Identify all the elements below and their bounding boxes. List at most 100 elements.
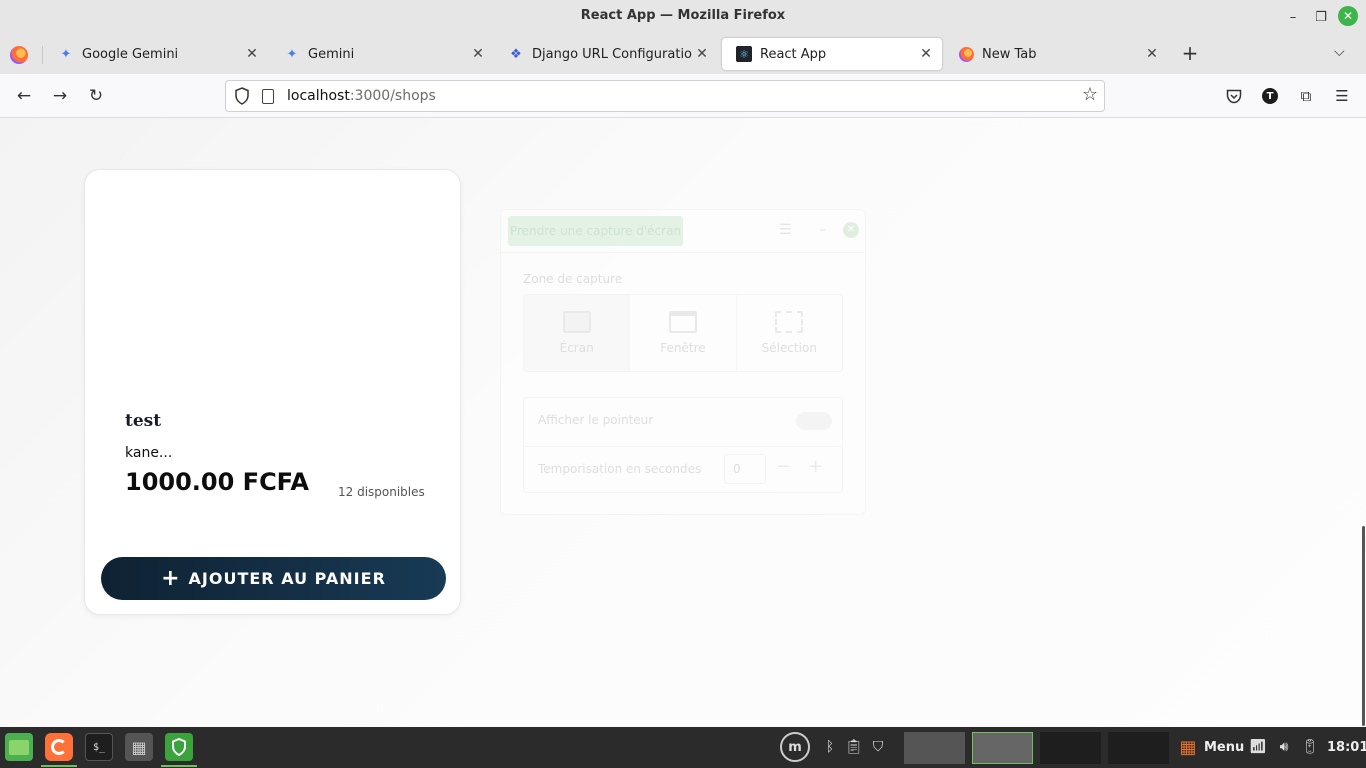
pocket-icon[interactable] [1224,86,1244,106]
tab-react-app[interactable]: ⚛ React App ✕ [722,38,942,70]
wifi-icon[interactable]: 📶︎ [1248,737,1268,757]
mode-selection[interactable]: Sélection [737,295,842,371]
add-to-cart-button[interactable]: + AJOUTER AU PANIER [101,557,446,600]
divider [501,252,865,253]
tab-gemini[interactable]: ✦ Gemini ✕ [270,38,494,70]
tab-new-tab[interactable]: New Tab ✕ [944,38,1168,70]
gemini-star-icon: ✦ [286,46,298,62]
mode-label: Écran [559,341,594,355]
close-window-icon[interactable]: ✕ [1338,6,1358,26]
product-name: test [125,411,162,431]
firefox-taskbar-icon[interactable] [41,733,77,767]
workspace-1[interactable] [904,732,965,764]
workspace-2[interactable] [972,732,1033,764]
product-description: kane... [125,445,173,461]
capture-zone-label: Zone de capture [523,272,623,286]
url-bar[interactable]: localhost:3000/shops ☆ [225,80,1105,112]
product-price: 1000.00 FCFA [125,468,309,496]
volume-icon[interactable]: 🔊︎ [1274,737,1294,757]
tab-label: New Tab [982,46,1037,62]
add-to-cart-label: AJOUTER AU PANIER [188,569,386,588]
taskbar: $_ ▦ m ᛒ 📋︎ ⛉ ▦ Menu 📶︎ 🔊︎ 🔋︎ 18:01 [0,727,1366,768]
mode-window[interactable]: Fenêtre [630,295,737,371]
screenshot-dialog: Prendre une capture d'écran ☰ – ✕ Zone d… [500,209,866,515]
workspace-3[interactable] [1040,732,1101,764]
window-title: React App — Mozilla Firefox [580,8,786,23]
close-tab-icon[interactable]: ✕ [916,46,936,62]
tab-django-url[interactable]: ❖ Django URL Configuration f ✕ [494,38,718,70]
minimize-icon[interactable]: – [819,222,826,238]
capture-mode-group: Écran Fenêtre Sélection [523,294,843,372]
reload-icon[interactable]: ↻ [86,86,106,106]
gemini-star-icon: ✦ [60,46,72,62]
capture-options: Afficher le pointeur Temporisation en se… [523,397,843,493]
account-avatar-icon[interactable]: T [1262,88,1278,104]
menu-icon[interactable]: ☰ [779,222,792,238]
close-tab-icon[interactable]: ✕ [1142,46,1162,62]
page-content: test kane... 1000.00 FCFA 12 disponibles… [0,118,1366,727]
url-path: :3000/shops [349,88,436,104]
bookmark-star-icon[interactable]: ☆ [1082,84,1098,105]
mode-screen[interactable]: Écran [524,295,631,371]
url-host: localhost [287,88,350,104]
django-icon: ❖ [510,46,522,62]
minus-icon[interactable]: − [776,456,791,477]
close-tab-icon[interactable]: ✕ [242,46,262,62]
delay-input[interactable]: 0 [724,454,766,484]
tab-label: Django URL Configuration f [532,46,692,62]
mode-label: Fenêtre [660,341,706,355]
firefox-icon [958,46,974,62]
shield-app-icon[interactable] [161,733,197,767]
menu-grid-icon[interactable]: ▦ [1178,737,1198,758]
hamburger-menu-icon[interactable]: ☰ [1332,86,1352,106]
close-icon[interactable]: ✕ [843,222,859,238]
back-arrow-icon[interactable]: ← [14,86,34,106]
mint-logo-icon[interactable]: m [780,732,810,762]
maximize-icon[interactable]: ❐ [1310,6,1332,28]
bluetooth-icon[interactable]: ᛒ [820,737,840,757]
new-tab-plus-icon[interactable]: + [1178,42,1202,66]
shield-tray-icon[interactable]: ⛉ [868,737,888,757]
tab-label: React App [760,46,827,62]
apps-grid-icon[interactable]: ▦ [125,733,153,761]
tab-label: Google Gemini [82,46,179,62]
tab-strip: ✦ Google Gemini ✕ ✦ Gemini ✕ ❖ Django UR… [0,34,1366,74]
close-tab-icon[interactable]: ✕ [468,46,488,62]
delay-label: Temporisation en secondes [538,462,702,476]
shield-icon[interactable] [234,87,250,105]
terminal-icon[interactable]: $_ [85,733,113,761]
tab-separator [42,46,43,64]
show-pointer-toggle[interactable] [796,412,832,430]
take-screenshot-button[interactable]: Prendre une capture d'écran [508,216,683,246]
selection-icon [775,311,804,333]
forward-arrow-icon[interactable]: → [50,86,70,106]
chevron-down-icon[interactable]: ⌵ [1334,44,1345,60]
product-card: test kane... 1000.00 FCFA 12 disponibles… [84,169,461,615]
menu-label[interactable]: Menu [1204,740,1244,755]
extensions-puzzle-icon[interactable]: ⧉ [1296,86,1316,106]
show-pointer-label: Afficher le pointeur [538,413,654,427]
page-info-icon[interactable] [262,89,274,104]
mode-label: Sélection [761,341,817,355]
url-text[interactable]: localhost:3000/shops [287,88,436,104]
screen-icon [562,311,591,333]
plus-icon: + [161,566,181,591]
product-stock: 12 disponibles [338,485,425,499]
minimize-icon[interactable]: – [1282,6,1304,28]
window-titlebar: React App — Mozilla Firefox – ❐ ✕ [0,0,1366,34]
navigation-toolbar: ← → ↻ localhost:3000/shops ☆ T ⧉ ☰ [0,74,1366,118]
scrollbar-thumb[interactable] [1362,526,1365,726]
divider [524,446,842,447]
tab-label: Gemini [308,46,355,62]
firefox-view-icon[interactable] [10,46,28,64]
tab-google-gemini[interactable]: ✦ Google Gemini ✕ [44,38,268,70]
files-folder-icon[interactable] [5,733,33,761]
clipboard-icon[interactable]: 📋︎ [844,737,864,757]
window-icon [668,311,697,333]
workspace-4[interactable] [1108,732,1169,764]
close-tab-icon[interactable]: ✕ [692,46,712,62]
react-icon: ⚛ [736,46,752,62]
battery-icon[interactable]: 🔋︎ [1300,737,1320,757]
plus-icon[interactable]: + [808,456,823,477]
clock[interactable]: 18:01 [1327,740,1366,755]
